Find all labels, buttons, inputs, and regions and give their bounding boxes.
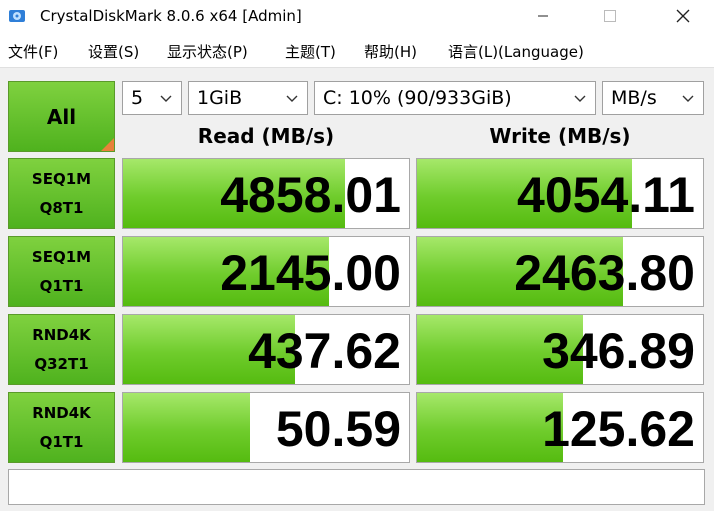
result-value: 2145.00 <box>220 245 401 301</box>
window-title: CrystalDiskMark 8.0.6 x64 [Admin] <box>40 7 302 25</box>
menu-display[interactable]: 显示状态(P) <box>167 41 248 62</box>
test-button-seq1m-q8t1[interactable]: SEQ1M Q8T1 <box>8 158 115 229</box>
result-value: 346.89 <box>542 323 695 379</box>
test-button-seq1m-q1t1[interactable]: SEQ1M Q1T1 <box>8 236 115 307</box>
result-value: 4054.11 <box>517 167 695 223</box>
count-value: 5 <box>131 87 144 109</box>
test-button-rnd4k-q1t1[interactable]: RND4K Q1T1 <box>8 392 115 463</box>
result-value: 50.59 <box>275 401 401 457</box>
chevron-down-icon <box>160 95 172 102</box>
unit-value: MB/s <box>611 87 657 109</box>
read-result-rnd4k-q32t1: 437.62 <box>122 314 410 385</box>
test-button-rnd4k-q32t1[interactable]: RND4K Q32T1 <box>8 314 115 385</box>
all-button-label: All <box>46 104 77 129</box>
test-queue: Q1T1 <box>39 276 84 295</box>
write-result-rnd4k-q1t1: 125.62 <box>416 392 704 463</box>
corner-indicator <box>101 138 114 151</box>
close-icon <box>676 9 690 23</box>
unit-select[interactable]: MB/s <box>602 81 704 115</box>
test-queue: Q1T1 <box>39 432 84 451</box>
read-result-rnd4k-q1t1: 50.59 <box>122 392 410 463</box>
result-value: 437.62 <box>248 323 401 379</box>
menu-settings[interactable]: 设置(S) <box>88 41 139 62</box>
test-queue: Q32T1 <box>34 354 89 373</box>
chevron-down-icon <box>286 95 298 102</box>
size-value: 1GiB <box>197 87 243 109</box>
test-name: SEQ1M <box>31 169 92 188</box>
test-name: SEQ1M <box>31 247 92 266</box>
menu-language[interactable]: 语言(L)(Language) <box>448 41 584 62</box>
drive-select[interactable]: C: 10% (90/933GiB) <box>314 81 596 115</box>
minimize-icon <box>538 15 548 17</box>
test-name: RND4K <box>32 403 91 422</box>
test-name: RND4K <box>32 325 91 344</box>
menu-bar: 文件(F) 设置(S) 显示状态(P) 主题(T) 帮助(H) 语言(L)(La… <box>0 32 714 68</box>
write-result-rnd4k-q32t1: 346.89 <box>416 314 704 385</box>
menu-file[interactable]: 文件(F) <box>8 41 58 62</box>
result-value: 125.62 <box>542 401 695 457</box>
count-select[interactable]: 5 <box>122 81 182 115</box>
minimize-button[interactable] <box>520 0 566 32</box>
result-value: 4858.01 <box>220 167 401 223</box>
write-header: Write (MB/s) <box>489 124 631 148</box>
size-select[interactable]: 1GiB <box>188 81 308 115</box>
menu-theme[interactable]: 主题(T) <box>285 41 336 62</box>
close-button[interactable] <box>660 0 706 32</box>
title-bar: CrystalDiskMark 8.0.6 x64 [Admin] <box>0 0 714 32</box>
write-result-seq1m-q8t1: 4054.11 <box>416 158 704 229</box>
write-result-seq1m-q1t1: 2463.80 <box>416 236 704 307</box>
result-bar <box>123 393 251 462</box>
chevron-down-icon <box>682 95 694 102</box>
result-bar <box>417 393 563 462</box>
chevron-down-icon <box>574 95 586 102</box>
menu-help[interactable]: 帮助(H) <box>364 41 417 62</box>
read-result-seq1m-q1t1: 2145.00 <box>122 236 410 307</box>
read-result-seq1m-q8t1: 4858.01 <box>122 158 410 229</box>
comment-input[interactable] <box>8 469 705 505</box>
disk-app-icon <box>9 10 25 22</box>
all-button[interactable]: All <box>8 81 115 152</box>
test-queue: Q8T1 <box>39 198 84 217</box>
maximize-icon <box>604 10 616 22</box>
drive-value: C: 10% (90/933GiB) <box>323 87 512 109</box>
read-header: Read (MB/s) <box>197 124 335 148</box>
result-value: 2463.80 <box>514 245 695 301</box>
maximize-button[interactable] <box>587 0 633 32</box>
